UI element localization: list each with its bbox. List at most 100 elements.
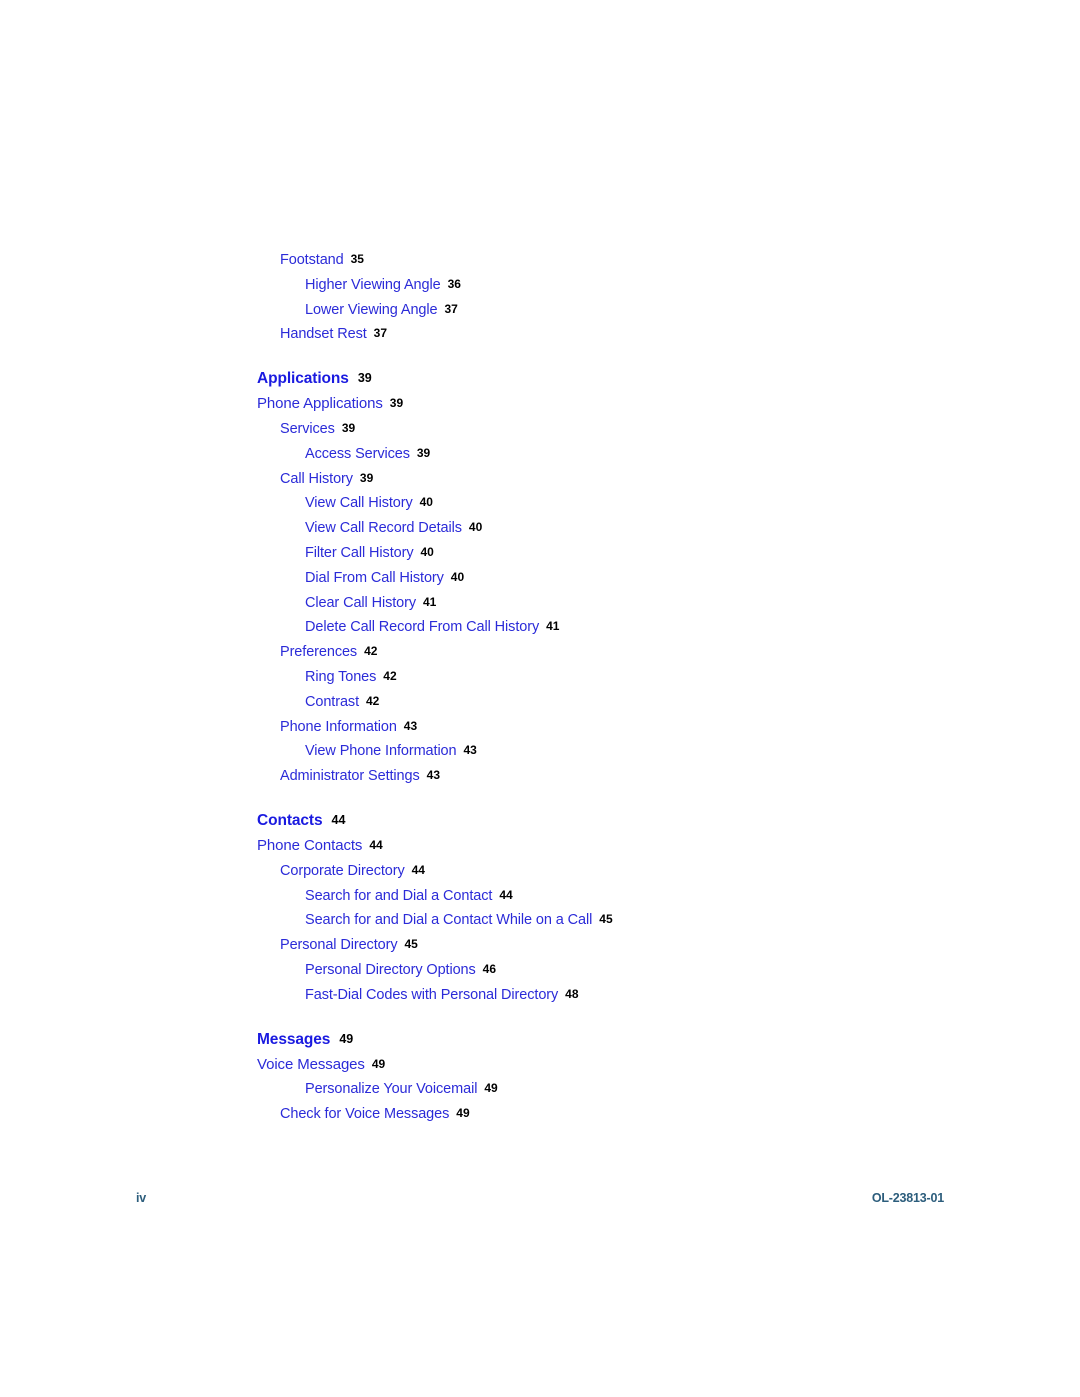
toc-entry[interactable]: Lower Viewing Angle 37 [305, 298, 957, 323]
toc-entry[interactable]: Corporate Directory 44 [280, 859, 957, 884]
toc-page: Footstand 35 Higher Viewing Angle 36 Lower V… [0, 0, 1080, 1397]
toc-entry-label: Fast-Dial Codes with Personal Directory [305, 986, 559, 1003]
toc-entry-page-number: 46 [482, 961, 497, 976]
toc-entry-label: Call History [280, 470, 353, 487]
toc-entry-page-number: 39 [357, 371, 372, 386]
toc-section-heading[interactable]: Contacts 44 [257, 808, 957, 834]
toc-entry[interactable]: Footstand 35 [280, 248, 957, 273]
toc-entry[interactable]: Access Services 39 [305, 442, 957, 467]
toc-entry[interactable]: Personal Directory Options 46 [305, 958, 957, 983]
toc-entry-page-number: 37 [444, 301, 458, 316]
toc-entry[interactable]: Services 39 [280, 417, 957, 442]
toc-entry[interactable]: Search for and Dial a Contact While on a… [305, 908, 957, 933]
toc-entry-page-number: 48 [565, 986, 579, 1001]
toc-entry[interactable]: Delete Call Record From Call History 41 [305, 615, 957, 640]
toc-entry-page-number: 44 [411, 862, 425, 877]
toc-entry[interactable]: Personalize Your Voicemail 49 [305, 1077, 957, 1102]
toc-entry-label: Corporate Directory [280, 862, 405, 879]
toc-entry-page-number: 41 [423, 594, 437, 609]
toc-entry[interactable]: Administrator Settings 43 [280, 764, 957, 789]
toc-entry-page-number: 44 [369, 837, 383, 852]
toc-entry-label: Personalize Your Voicemail [305, 1081, 478, 1098]
toc-entry[interactable]: Handset Rest 37 [280, 322, 957, 347]
toc-entry-page-number: 36 [447, 276, 461, 291]
toc-entry[interactable]: Phone Information 43 [280, 715, 957, 740]
toc-entry-label: Search for and Dial a Contact While on a… [305, 912, 593, 929]
toc-entry-label: Phone Information [280, 718, 397, 735]
toc-entry-label: Ring Tones [305, 668, 377, 685]
toc-entry-page-number: 39 [389, 396, 404, 411]
toc-entry-label: Applications [257, 370, 349, 388]
toc-entry-page-number: 40 [420, 544, 434, 559]
footer-document-id: OL-23813-01 [871, 1191, 944, 1205]
toc-entry[interactable]: Preferences 42 [280, 640, 957, 665]
toc-entry[interactable]: Clear Call History 41 [305, 591, 957, 616]
toc-entry-label: Filter Call History [305, 544, 414, 561]
toc-entry-page-number: 42 [366, 693, 380, 708]
toc-entry-page-number: 44 [331, 812, 346, 827]
toc-entry-label: Clear Call History [305, 594, 416, 611]
toc-entry-page-number: 49 [456, 1106, 470, 1121]
toc-entry[interactable]: Voice Messages 49 [257, 1053, 957, 1078]
toc-entry-label: View Phone Information [305, 743, 457, 760]
toc-entry-label: Check for Voice Messages [280, 1106, 450, 1123]
toc-entry-page-number: 37 [373, 326, 388, 341]
toc-entry-page-number: 49 [339, 1031, 354, 1046]
page-footer: iv OL-23813-01 [136, 1191, 944, 1211]
toc-entry[interactable]: View Call History 40 [305, 491, 957, 516]
toc-entry-label: Search for and Dial a Contact [305, 887, 493, 904]
toc-entry[interactable]: Filter Call History 40 [305, 541, 957, 566]
toc-entry-page-number: 41 [546, 619, 560, 634]
toc-entry-page-number: 35 [350, 252, 364, 266]
toc-entry-label: Messages [257, 1030, 331, 1048]
toc-entry[interactable]: View Call Record Details 40 [305, 516, 957, 541]
toc-entry-label: Access Services [305, 445, 410, 462]
toc-entry-label: Lower Viewing Angle [305, 301, 438, 318]
toc-entry-page-number: 40 [450, 569, 465, 584]
toc-entry-page-number: 49 [484, 1081, 498, 1096]
toc-entry-page-number: 40 [468, 520, 483, 535]
toc-entry-label: View Call Record Details [305, 520, 462, 537]
toc-entry-page-number: 39 [416, 445, 431, 460]
toc-entry[interactable]: Fast-Dial Codes with Personal Directory 4… [305, 983, 957, 1008]
toc-entry-label: Contacts [257, 811, 323, 829]
toc-entry-label: Higher Viewing Angle [305, 276, 441, 293]
toc-entry[interactable]: Personal Directory 45 [280, 933, 957, 958]
toc-entry-page-number: 42 [364, 644, 378, 659]
toc-entry-page-number: 43 [426, 768, 440, 783]
toc-section-heading[interactable]: Applications 39 [257, 366, 957, 392]
toc-entry[interactable]: Call History 39 [280, 467, 957, 492]
toc-entry-page-number: 43 [403, 718, 418, 733]
toc-entry[interactable]: Higher Viewing Angle 36 [305, 273, 957, 298]
table-of-contents: Footstand 35 Higher Viewing Angle 36 Lower V… [257, 248, 957, 1127]
toc-entry-label: Voice Messages [257, 1055, 365, 1073]
toc-entry[interactable]: Ring Tones 42 [305, 665, 957, 690]
toc-entry-label: Services [280, 420, 335, 437]
footer-page-number: iv [136, 1191, 147, 1205]
toc-entry-label: Dial From Call History [305, 569, 444, 586]
toc-entry-label: Administrator Settings [280, 768, 420, 785]
toc-entry-page-number: 39 [359, 470, 374, 485]
toc-entry-page-number: 40 [419, 495, 433, 510]
toc-entry-page-number: 45 [404, 937, 418, 952]
toc-entry[interactable]: View Phone Information 43 [305, 739, 957, 764]
toc-entry-page-number: 44 [499, 887, 513, 902]
toc-entry-label: Footstand [280, 252, 344, 268]
toc-entry-label: View Call History [305, 495, 413, 512]
toc-entry-page-number: 39 [341, 420, 356, 435]
toc-entry[interactable]: Check for Voice Messages 49 [280, 1102, 957, 1127]
toc-entry-label: Handset Rest [280, 326, 367, 343]
toc-entry[interactable]: Contrast 42 [305, 690, 957, 715]
toc-entry-page-number: 43 [463, 743, 477, 758]
toc-entry-label: Personal Directory Options [305, 961, 476, 978]
toc-entry-page-number: 49 [371, 1056, 386, 1071]
toc-entry[interactable]: Phone Applications 39 [257, 392, 957, 417]
toc-entry-label: Delete Call Record From Call History [305, 619, 540, 636]
toc-entry[interactable]: Phone Contacts 44 [257, 834, 957, 859]
toc-entry-page-number: 42 [383, 668, 397, 683]
toc-section-heading[interactable]: Messages 49 [257, 1027, 957, 1053]
toc-entry-label: Phone Applications [257, 395, 383, 413]
toc-entry[interactable]: Search for and Dial a Contact 44 [305, 884, 957, 909]
toc-entry-page-number: 45 [599, 912, 613, 927]
toc-entry[interactable]: Dial From Call History 40 [305, 566, 957, 591]
